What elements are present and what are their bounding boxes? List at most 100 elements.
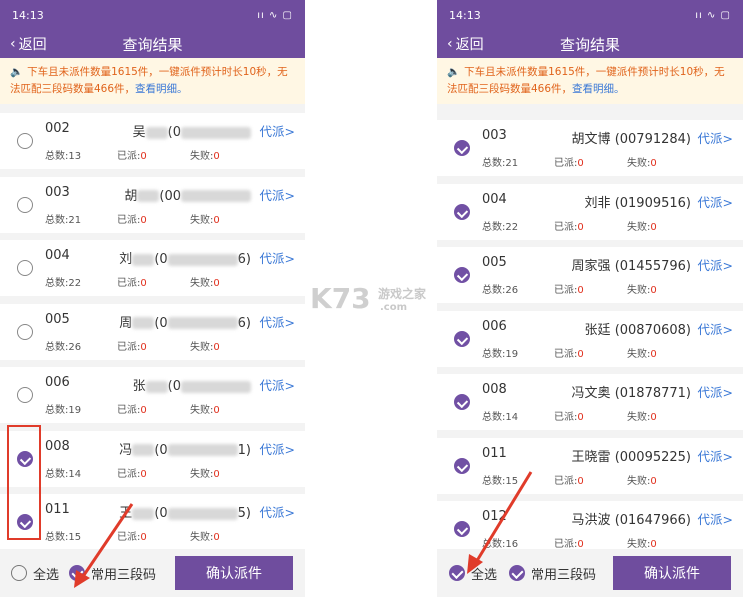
sent-label: 已派:: [554, 285, 578, 296]
failed-value: 0: [213, 405, 220, 416]
watermark-line1: 游戏之家: [378, 287, 427, 301]
sent-label: 已派:: [554, 348, 578, 360]
back-button[interactable]: ‹ 返回: [10, 34, 47, 54]
sent-label: 已派:: [117, 341, 141, 353]
redacted-id: [167, 317, 238, 329]
sent-label: 已派:: [554, 221, 578, 233]
sent-value: 0: [577, 221, 584, 233]
dispatch-link[interactable]: 代派>: [698, 319, 733, 338]
select-radio[interactable]: [454, 330, 470, 347]
select-radio[interactable]: [17, 133, 33, 149]
sent-value: 0: [140, 405, 147, 416]
select-radio[interactable]: [17, 260, 33, 276]
courier-code: 003: [45, 184, 70, 200]
sent-stat: 已派:0: [554, 472, 627, 487]
failed-label: 失败:: [627, 348, 651, 360]
back-label: 返回: [18, 37, 47, 53]
courier-code: 004: [45, 248, 70, 263]
red-arrow-icon: [467, 471, 533, 574]
sent-stat: 已派:0: [554, 535, 627, 549]
courier-id-prefix: (00: [159, 188, 181, 204]
courier-code: 006: [45, 375, 70, 390]
courier-name-text: 胡: [124, 188, 138, 204]
view-details-link[interactable]: 查看明细。: [135, 83, 188, 95]
confirm-dispatch-button[interactable]: 确认派件: [175, 556, 293, 590]
sent-label: 已派:: [117, 214, 141, 226]
select-radio[interactable]: [17, 323, 33, 340]
sent-value: 0: [140, 214, 147, 226]
bottom-bar: 全选 常用三段码 确认派件: [0, 549, 305, 597]
list-item: 003 胡 (00 代派> 总数:21 已派:0 失败:0: [0, 176, 305, 233]
failed-stat: 失败:0: [627, 472, 657, 487]
right-phone-screen: 14:13 ıı ∿ ▢ ‹ 返回 查询结果 🔈 下车且未派件数量1615件，一键…: [437, 0, 743, 597]
failed-value: 0: [650, 221, 657, 233]
select-radio[interactable]: [17, 387, 33, 403]
left-phone-screen: 14:13 ıı ∿ ▢ ‹ 返回 查询结果 🔈 下车且未派件数量1615件，一键…: [0, 0, 305, 597]
courier-id-suffix: 1): [237, 442, 251, 458]
dispatch-link[interactable]: 代派>: [698, 446, 733, 465]
dispatch-link[interactable]: 代派>: [698, 192, 733, 211]
failed-value: 0: [213, 151, 220, 162]
total-label: 总数:: [482, 158, 506, 169]
select-radio[interactable]: [454, 140, 470, 156]
courier-name: 王晓雷 (00095225): [572, 446, 691, 465]
select-all-radio[interactable]: [11, 565, 27, 581]
courier-name-text: 周: [119, 315, 133, 331]
select-radio[interactable]: [454, 394, 470, 410]
courier-id-prefix: (0: [154, 506, 168, 521]
row-stats: 总数:13 已派:0 失败:0: [45, 147, 220, 162]
failed-stat: 失败:0: [190, 211, 220, 226]
courier-name-text: 刘: [119, 252, 133, 267]
sent-stat: 已派:0: [117, 338, 190, 353]
dispatch-link[interactable]: 代派>: [260, 375, 295, 394]
list-item: 006 张廷 (00870608) 代派> 总数:19 已派:0 失败:0: [437, 310, 743, 367]
dispatch-link[interactable]: 代派>: [260, 439, 295, 458]
courier-id-suffix: 6): [237, 315, 251, 331]
dispatch-link[interactable]: 代派>: [260, 312, 295, 331]
courier-id: (01878771): [614, 386, 691, 401]
total-stat: 总数:26: [482, 281, 554, 296]
status-bar: 14:13 ıı ∿ ▢: [437, 0, 743, 30]
courier-name: 周家强 (01455796): [572, 255, 691, 274]
failed-label: 失败:: [190, 532, 214, 543]
total-stat: 总数:21: [45, 211, 117, 226]
dispatch-link[interactable]: 代派>: [260, 248, 295, 267]
row-stats: 总数:21 已派:0 失败:0: [45, 211, 220, 226]
list-item: 011王(05)代派>总数:15已派:0失败:0: [0, 494, 305, 549]
dispatch-link[interactable]: 代派>: [698, 509, 733, 528]
failed-stat: 失败:0: [190, 338, 220, 353]
total-value: 14: [505, 412, 519, 423]
dispatch-link[interactable]: 代派>: [260, 121, 295, 140]
failed-label: 失败:: [627, 412, 651, 423]
watermark-line2: .com: [380, 302, 408, 313]
total-label: 总数:: [45, 468, 69, 480]
dispatch-link[interactable]: 代派>: [698, 128, 733, 147]
redacted-id: [167, 507, 238, 520]
confirm-dispatch-button[interactable]: 确认派件: [613, 556, 731, 590]
dispatch-link[interactable]: 代派>: [698, 255, 733, 274]
sent-value: 0: [140, 532, 147, 543]
back-button[interactable]: ‹ 返回: [447, 34, 484, 54]
failed-stat: 失败:0: [627, 154, 657, 169]
speaker-icon: 🔈: [447, 66, 461, 78]
dispatch-link[interactable]: 代派>: [260, 185, 295, 204]
sent-value: 0: [577, 539, 584, 549]
dispatch-link[interactable]: 代派>: [260, 502, 295, 521]
nav-bar: ‹ 返回 查询结果: [0, 30, 305, 58]
row-stats: 总数:19 已派:0 失败:0: [482, 345, 657, 360]
total-label: 总数:: [45, 278, 69, 289]
view-details-link[interactable]: 查看明细。: [572, 83, 625, 95]
select-all-toggle[interactable]: 全选: [11, 564, 59, 583]
courier-name: 冯文奥 (01878771): [572, 382, 691, 401]
sent-label: 已派:: [117, 468, 141, 480]
sent-stat: 已派:0: [554, 281, 627, 296]
select-radio[interactable]: [17, 196, 33, 213]
sent-stat: 已派:0: [554, 408, 627, 423]
select-radio[interactable]: [454, 267, 470, 283]
dispatch-link[interactable]: 代派>: [698, 382, 733, 401]
sent-value: 0: [577, 158, 584, 169]
courier-id-prefix: (0: [154, 315, 168, 331]
watermark-big: K73: [310, 282, 371, 315]
select-radio[interactable]: [454, 203, 470, 220]
list-item: 005 周 (0 6) 代派> 总数:26 已派:0 失败:0: [0, 303, 305, 360]
